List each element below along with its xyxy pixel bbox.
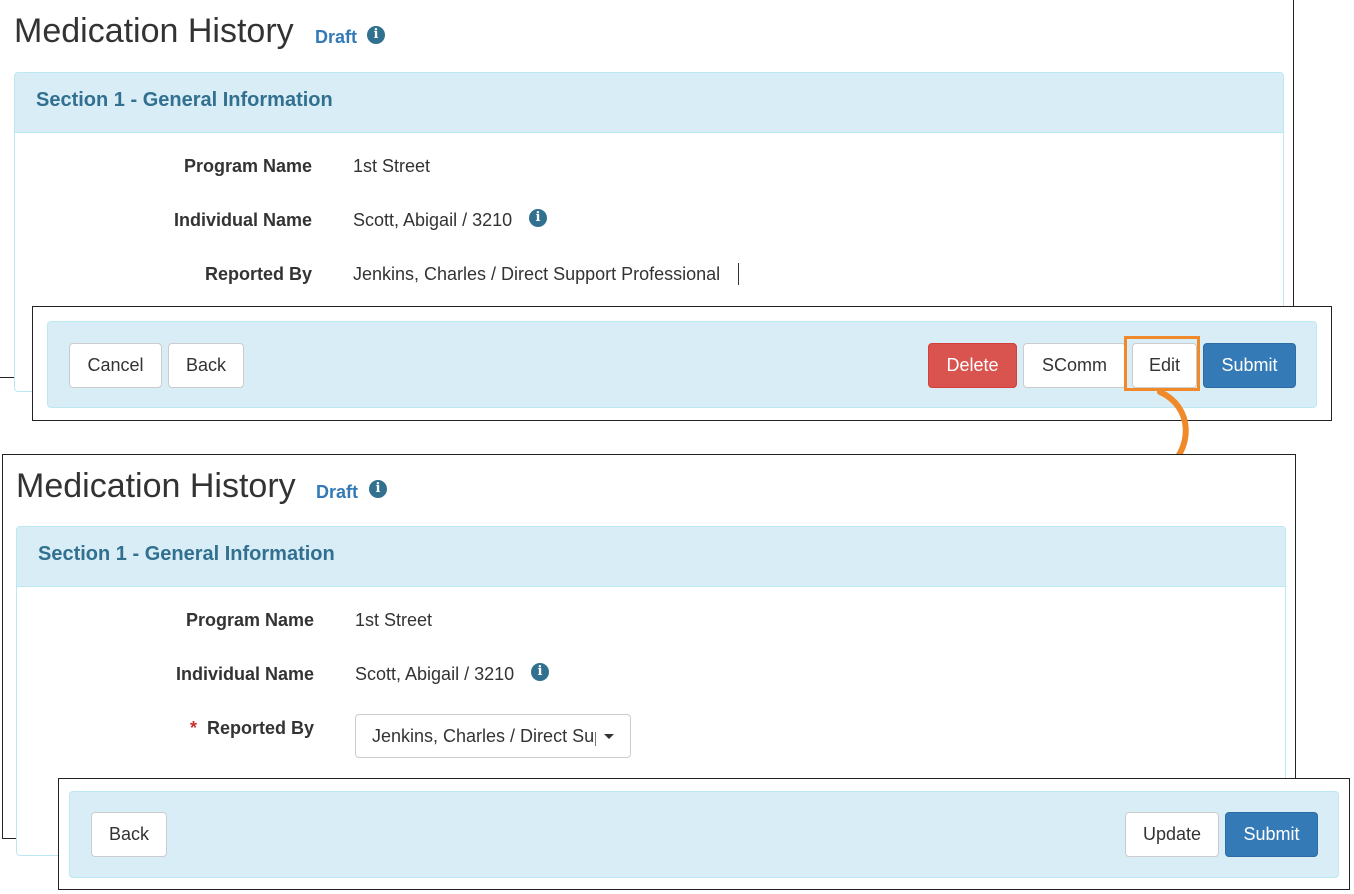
program-name-label: Program Name	[185, 610, 314, 630]
section-title: Section 1 - General Information	[36, 89, 333, 111]
edit-button-highlight	[1124, 336, 1200, 391]
submit-button[interactable]: Submit	[1225, 812, 1318, 857]
reported-by-label-text: Reported By	[206, 718, 314, 738]
reported-by-value: Jenkins, Charles / Direct Support Profes…	[353, 264, 721, 284]
required-marker: *	[189, 718, 197, 738]
program-name-value: 1st Street	[353, 156, 431, 176]
cancel-button[interactable]: Cancel	[69, 343, 162, 388]
individual-name-label: Individual Name	[175, 664, 314, 684]
panel-heading: Section 1 - General Information	[15, 73, 1283, 133]
back-button[interactable]: Back	[168, 343, 244, 388]
individual-name-value: Scott, Abigail / 3210	[353, 210, 513, 230]
panel-heading: Section 1 - General Information	[17, 527, 1285, 587]
edit-mode-toolbar-frame: Back Update Submit	[58, 778, 1350, 890]
page-title: Medication History	[14, 12, 294, 50]
reported-by-label: * Reported By	[14, 718, 314, 739]
page-title: Medication History	[16, 467, 296, 505]
section-title: Section 1 - General Information	[38, 543, 335, 565]
back-button[interactable]: Back	[91, 812, 167, 857]
reported-by-selected-value: Jenkins, Charles / Direct Support Profes…	[372, 726, 596, 746]
status-badge: Draft	[315, 27, 358, 47]
delete-button[interactable]: Delete	[928, 343, 1017, 388]
update-button[interactable]: Update	[1125, 812, 1219, 857]
individual-name-value: Scott, Abigail / 3210	[355, 664, 515, 684]
submit-button[interactable]: Submit	[1203, 343, 1296, 388]
program-name-value: 1st Street	[355, 610, 433, 630]
info-circle-icon[interactable]: i	[529, 209, 547, 227]
info-circle-icon[interactable]: i	[367, 26, 385, 44]
program-name-label: Program Name	[183, 156, 312, 176]
info-circle-icon[interactable]: i	[369, 480, 387, 498]
caret-down-icon	[604, 734, 614, 739]
action-toolbar: Back Update Submit	[69, 791, 1339, 878]
text-cursor	[738, 263, 739, 285]
scomm-button[interactable]: SComm	[1023, 343, 1126, 388]
reported-by-select[interactable]: Jenkins, Charles / Direct Support Profes…	[355, 714, 631, 758]
status-badge: Draft	[316, 482, 359, 502]
info-circle-icon[interactable]: i	[531, 663, 549, 681]
individual-name-label: Individual Name	[173, 210, 312, 230]
reported-by-label: Reported By	[204, 264, 312, 284]
